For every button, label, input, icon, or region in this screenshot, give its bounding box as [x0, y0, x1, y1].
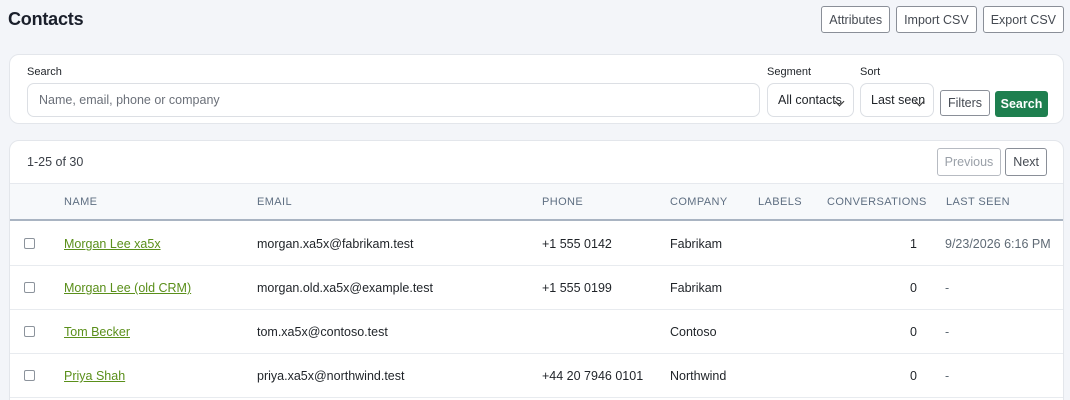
contact-conversations: 0 [910, 325, 917, 339]
contact-company: Northwind [670, 369, 727, 383]
contact-email: morgan.xa5x@fabrikam.test [257, 237, 414, 251]
contact-name-link[interactable]: Priya Shah [64, 369, 125, 383]
column-header-phone[interactable]: Phone [542, 196, 583, 208]
contact-name-link[interactable]: Tom Becker [64, 325, 130, 339]
next-page-button[interactable]: Next [1005, 148, 1047, 176]
contact-conversations: 0 [910, 369, 917, 383]
table-row: Priya Shah priya.xa5x@northwind.test +44… [10, 354, 1063, 398]
column-header-last-seen[interactable]: Last seen [946, 196, 1010, 208]
contact-name-link[interactable]: Morgan Lee (old CRM) [64, 281, 191, 295]
contact-email: priya.xa5x@northwind.test [257, 369, 405, 383]
import-csv-button[interactable]: Import CSV [896, 6, 977, 33]
contact-phone: +44 20 7946 0101 [542, 369, 644, 383]
contact-email: tom.xa5x@contoso.test [257, 325, 388, 339]
segment-value: All contacts [778, 93, 842, 107]
contact-last-seen: - [945, 281, 950, 295]
segment-label: Segment [767, 66, 812, 78]
contact-phone: +1 555 0142 [542, 237, 612, 251]
contact-company: Fabrikam [670, 281, 723, 295]
attributes-button[interactable]: Attributes [821, 6, 891, 33]
contact-name-link[interactable]: Morgan Lee xa5x [64, 237, 161, 251]
search-input[interactable]: Name, email, phone or company [27, 83, 760, 117]
sort-label: Sort [860, 66, 881, 78]
search-placeholder: Name, email, phone or company [39, 93, 220, 107]
contact-last-seen: - [945, 325, 950, 339]
search-button[interactable]: Search [995, 91, 1048, 117]
table-row: Tom Becker tom.xa5x@contoso.test Contoso… [10, 310, 1063, 354]
contact-conversations: 0 [910, 281, 917, 295]
previous-page-button[interactable]: Previous [936, 148, 1002, 176]
header-actions: Attributes Import CSV Export CSV [821, 6, 1064, 33]
column-header-conversations[interactable]: Conversations [827, 196, 927, 208]
contacts-page: Contacts Attributes Import CSV Export CS… [0, 0, 1070, 400]
contacts-table: 1-25 of 30 Previous Next Name Email Phon… [9, 140, 1064, 400]
column-header-company[interactable]: Company [670, 196, 728, 208]
column-header-email[interactable]: Email [257, 196, 292, 208]
contact-last-seen: 9/23/2026 6:16 PM [945, 237, 1051, 251]
table-row: Morgan Lee (old CRM) morgan.old.xa5x@exa… [10, 266, 1063, 310]
export-csv-button[interactable]: Export CSV [982, 6, 1064, 33]
column-header-labels[interactable]: Labels [758, 196, 802, 208]
contact-phone: +1 555 0199 [542, 281, 612, 295]
contact-last-seen: - [945, 369, 950, 383]
filter-panel: Search Name, email, phone or company Seg… [9, 54, 1064, 124]
column-header-name[interactable]: Name [64, 196, 97, 208]
segment-select[interactable]: All contacts [767, 83, 854, 117]
sort-select[interactable]: Last seen [860, 83, 934, 117]
row-checkbox[interactable] [24, 238, 35, 249]
table-header: Name Email Phone Company Labels Conversa… [10, 183, 1063, 221]
contact-company: Fabrikam [670, 237, 723, 251]
contact-company: Contoso [670, 325, 717, 339]
contact-conversations: 1 [910, 237, 917, 251]
table-row: Morgan Lee xa5x morgan.xa5x@fabrikam.tes… [10, 222, 1063, 266]
pagination-range: 1-25 of 30 [27, 155, 84, 169]
page-title: Contacts [8, 9, 84, 29]
row-checkbox[interactable] [24, 326, 35, 337]
row-checkbox[interactable] [24, 282, 35, 293]
filters-button[interactable]: Filters [940, 90, 991, 116]
search-label: Search [27, 66, 62, 78]
pagination: Previous Next [936, 148, 1047, 176]
contact-email: morgan.old.xa5x@example.test [257, 281, 433, 295]
row-checkbox[interactable] [24, 370, 35, 381]
